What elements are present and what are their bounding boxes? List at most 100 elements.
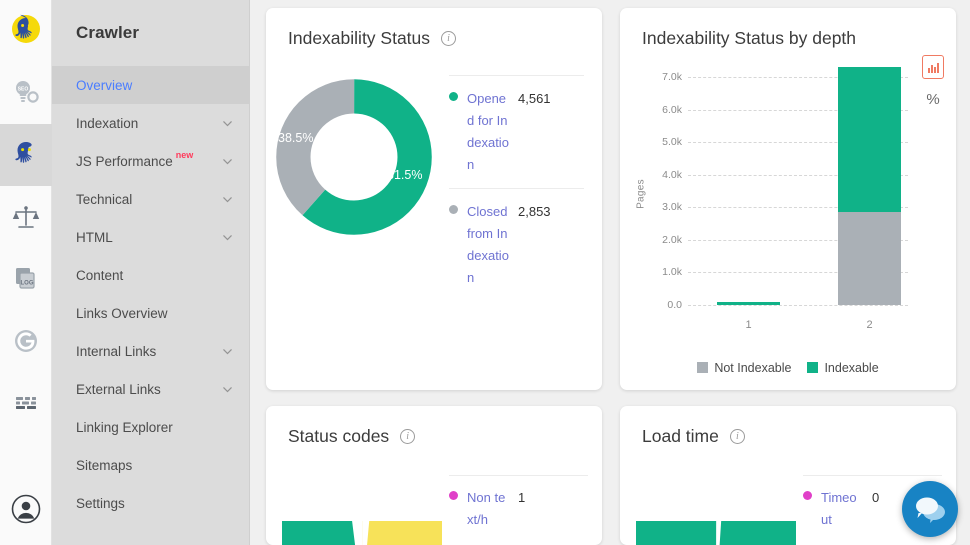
legend-row[interactable]: Closed from Indexation 2,853 bbox=[449, 188, 584, 301]
sidebar-nav: Overview Indexation JS Performance new Techn… bbox=[52, 66, 249, 522]
sidebar-item-overview[interactable]: Overview bbox=[52, 66, 249, 104]
bar-legend-item[interactable]: Indexable bbox=[807, 361, 879, 375]
rail-item-account[interactable] bbox=[0, 473, 52, 545]
gridline bbox=[688, 305, 908, 306]
bar-chart-plot: Pages 0.0 1.0k 2.0k 3.0k 4.0k 5.0k 6.0k 7.0k 1 2 bbox=[620, 66, 956, 331]
bar-column[interactable] bbox=[838, 66, 901, 305]
chevron-down-icon bbox=[223, 196, 232, 202]
indexability-legend: Opened for Indexation 4,561 Closed from In… bbox=[449, 63, 588, 301]
svg-text:SEO: SEO bbox=[17, 87, 28, 93]
google-icon bbox=[14, 330, 37, 352]
status-codes-legend: Non text/h 1 bbox=[449, 465, 588, 545]
legend-label: Opened for Indexation bbox=[467, 91, 509, 172]
bar-segment[interactable] bbox=[838, 212, 901, 305]
chat-bubble-icon bbox=[916, 497, 945, 523]
status-codes-pie-chart[interactable] bbox=[282, 521, 442, 545]
sidebar-item-label: JS Performance bbox=[76, 153, 173, 169]
card-title-row: Load time i bbox=[620, 406, 956, 447]
legend-label: Timeout bbox=[821, 490, 857, 527]
info-icon[interactable]: i bbox=[441, 31, 457, 46]
page-title-indexability-by-depth: Indexability Status by depth bbox=[642, 28, 857, 48]
chevron-down-icon bbox=[223, 158, 232, 164]
bar-legend-item[interactable]: Not Indexable bbox=[697, 361, 791, 375]
legend-value: 4,561 bbox=[518, 91, 551, 106]
legend-color-swatch bbox=[697, 362, 709, 373]
legend-label: Closed from Indexation bbox=[467, 204, 509, 285]
rail-item-crawler[interactable] bbox=[0, 124, 52, 186]
card-indexability-status: Indexability Status i 38.5% 61.5% Opened… bbox=[266, 8, 602, 390]
sidebar-item-external-links[interactable]: External Links bbox=[52, 370, 249, 408]
legend-value: 1 bbox=[518, 490, 526, 505]
rail-item-seo[interactable]: SEO bbox=[0, 62, 52, 124]
sidebar-item-label: Content bbox=[76, 267, 124, 283]
sidebar-item-internal-links[interactable]: Internal Links bbox=[52, 332, 249, 370]
sidebar-item-js-performance[interactable]: JS Performance new bbox=[52, 142, 249, 180]
chevron-down-icon bbox=[223, 386, 232, 392]
sidebar-item-label: Technical bbox=[76, 191, 133, 207]
bar-segment[interactable] bbox=[717, 301, 780, 305]
sidebar-item-html[interactable]: HTML bbox=[52, 218, 249, 256]
sidebar-item-settings[interactable]: Settings bbox=[52, 484, 249, 522]
donut-label-indexable: 61.5% bbox=[387, 168, 423, 182]
sidebar: Crawler Overview Indexation JS Performance… bbox=[52, 0, 250, 545]
sidebar-item-label: HTML bbox=[76, 229, 113, 245]
chevron-down-icon bbox=[223, 348, 232, 354]
y-axis-tick: 2.0k bbox=[662, 233, 682, 246]
x-axis-tick: 1 bbox=[745, 319, 752, 331]
sidebar-item-sitemaps[interactable]: Sitemaps bbox=[52, 446, 249, 484]
info-icon[interactable]: i bbox=[400, 429, 416, 444]
legend-color-dot bbox=[449, 92, 458, 101]
y-axis-tick: 1.0k bbox=[662, 266, 682, 279]
sidebar-item-links-overview[interactable]: Links Overview bbox=[52, 294, 249, 332]
legend-value: 0 bbox=[872, 490, 880, 505]
y-axis-tick: 0.0 bbox=[667, 299, 682, 311]
seo-icon: SEO bbox=[15, 81, 39, 103]
data-table-icon bbox=[15, 397, 36, 409]
load-time-pie-wrap bbox=[628, 465, 803, 545]
account-avatar-icon bbox=[11, 494, 40, 524]
legend-color-swatch bbox=[807, 362, 819, 373]
donut-body: 38.5% 61.5% Opened for Indexation 4,561 Cl… bbox=[266, 49, 602, 301]
legend-value: 2,853 bbox=[518, 204, 551, 219]
page-title-status-codes: Status codes bbox=[288, 426, 390, 446]
sidebar-item-label: Indexation bbox=[76, 115, 139, 131]
sidebar-item-content[interactable]: Content bbox=[52, 256, 249, 294]
app-root: SEO LOG Crawler Overview Indexation JS P… bbox=[0, 0, 970, 545]
y-axis-tick: 7.0k bbox=[662, 71, 682, 83]
page-title-load-time: Load time bbox=[642, 426, 719, 446]
load-time-pie-chart[interactable] bbox=[636, 521, 796, 545]
bar-column[interactable] bbox=[717, 301, 780, 305]
dashboard-main: Indexability Status i 38.5% 61.5% Opened… bbox=[250, 0, 970, 545]
sidebar-item-linking-explorer[interactable]: Linking Explorer bbox=[52, 408, 249, 446]
legend-row[interactable]: Non text/h 1 bbox=[449, 475, 588, 531]
status-codes-pie-wrap bbox=[274, 465, 449, 545]
sidebar-item-technical[interactable]: Technical bbox=[52, 180, 249, 218]
octopus-logo-icon bbox=[11, 14, 40, 43]
x-axis-tick: 2 bbox=[866, 319, 873, 331]
bar-chart-body: % Pages 0.0 1.0k 2.0k 3.0k 4.0k 5.0k 6.0k 7.0k 1… bbox=[620, 49, 956, 379]
chevron-down-icon bbox=[223, 120, 232, 126]
app-icon-rail: SEO LOG bbox=[0, 0, 52, 545]
page-title-indexability-status: Indexability Status bbox=[288, 28, 431, 48]
bar-chart-legend: Not Indexable Indexable bbox=[620, 361, 956, 375]
indexability-donut-chart[interactable] bbox=[274, 77, 434, 237]
rail-item-octopus-logo[interactable] bbox=[0, 0, 52, 62]
chat-widget[interactable] bbox=[902, 481, 958, 537]
rail-item-comparison[interactable] bbox=[0, 186, 52, 248]
card-title-row: Indexability Status by depth bbox=[620, 8, 956, 49]
legend-row[interactable]: Opened for Indexation 4,561 bbox=[449, 75, 584, 188]
sidebar-item-label: Internal Links bbox=[76, 343, 157, 359]
legend-color-dot bbox=[449, 205, 458, 214]
rail-item-google[interactable] bbox=[0, 310, 52, 372]
crawler-octopus-icon bbox=[14, 142, 32, 163]
y-axis-tick: 3.0k bbox=[662, 201, 682, 214]
legend-color-dot bbox=[449, 491, 458, 500]
bar-segment[interactable] bbox=[838, 66, 901, 213]
rail-item-logs[interactable]: LOG bbox=[0, 248, 52, 310]
info-icon[interactable]: i bbox=[729, 429, 745, 444]
sidebar-title: Crawler bbox=[76, 23, 140, 42]
sidebar-item-indexation[interactable]: Indexation bbox=[52, 104, 249, 142]
card-indexability-by-depth: Indexability Status by depth % Pages 0.0… bbox=[620, 8, 956, 390]
sidebar-item-label: Overview bbox=[76, 77, 133, 93]
rail-item-datatables[interactable] bbox=[0, 372, 52, 434]
